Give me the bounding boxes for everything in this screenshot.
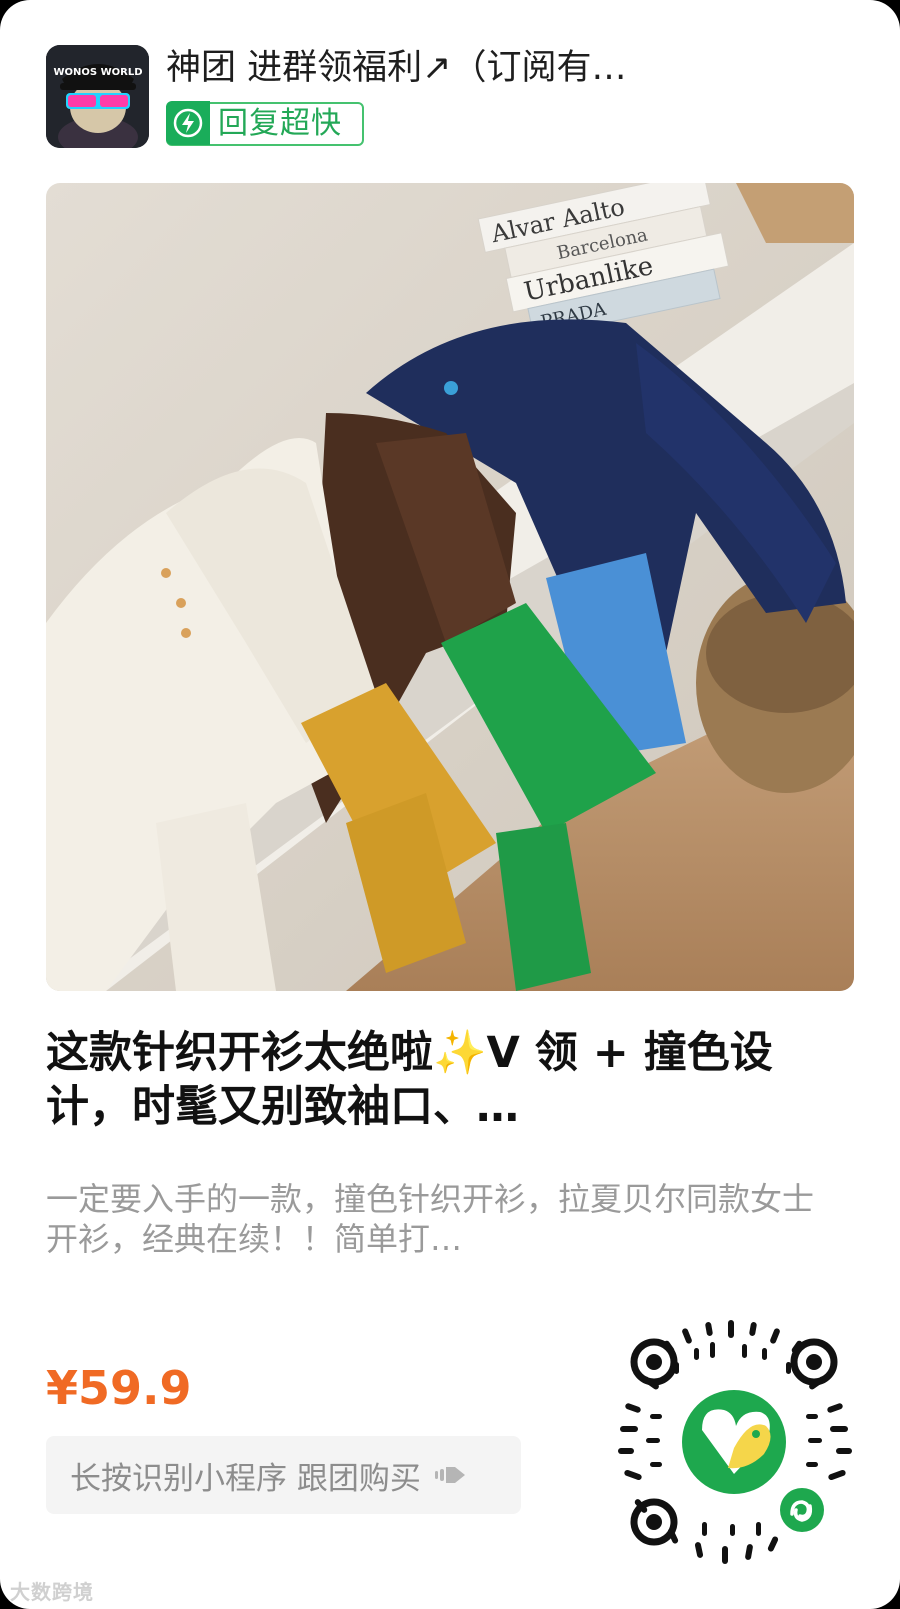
product-description: 一定要入手的一款，撞色针织开衫，拉夏贝尔同款女士开衫，经典在续！！简单打…	[46, 1180, 815, 1258]
hand-pointer-icon	[433, 1463, 469, 1487]
product-price: ¥59.9	[46, 1361, 192, 1415]
shop-avatar[interactable]: WONOS WORLD	[46, 45, 149, 148]
avatar-text: WONOS WORLD	[54, 67, 143, 78]
reply-fast-badge: 回复超快	[166, 101, 364, 146]
lightning-icon	[166, 101, 210, 145]
cta-label: 长按识别小程序 跟团购买	[70, 1460, 421, 1497]
shop-header: WONOS WORLD 神团 进群领福利↗（订阅有… 回复超快	[46, 45, 854, 149]
product-share-card: WONOS WORLD 神团 进群领福利↗（订阅有… 回复超快 Alvar Aa…	[0, 0, 900, 1609]
reply-badge-label: 回复超快	[218, 106, 342, 141]
product-photo[interactable]: Alvar Aalto Barcelona Urbanlike PRADA	[46, 183, 854, 991]
buy-via-mini-program-button[interactable]: 长按识别小程序 跟团购买	[46, 1436, 521, 1514]
watermark: 大数跨境	[10, 1580, 94, 1604]
mini-program-qr-code[interactable]	[610, 1318, 858, 1566]
shop-name[interactable]: 神团 进群领福利↗（订阅有…	[166, 43, 766, 93]
product-title: 这款针织开衫太绝啦✨V 领 + 撞色设计，时髦又别致袖口、…	[46, 1028, 773, 1132]
